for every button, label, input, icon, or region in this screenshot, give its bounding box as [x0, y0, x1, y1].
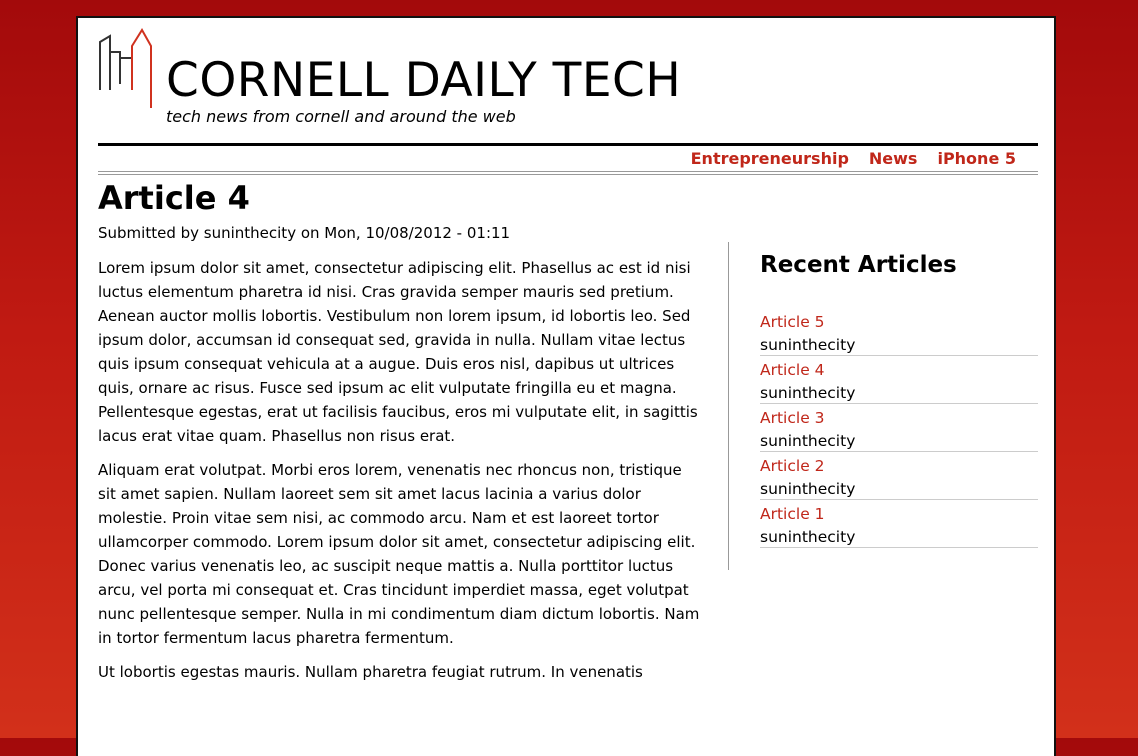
article-submitted-info: Submitted by suninthecity on Mon, 10/08/… — [98, 224, 511, 242]
recent-article-author: suninthecity — [760, 432, 856, 450]
article-paragraph: Ut lobortis egestas mauris. Nullam phare… — [98, 663, 643, 681]
article-title: Article 4 — [98, 179, 250, 217]
nav-divider — [98, 171, 1038, 175]
page-container: CORNELL DAILY TECH tech news from cornel… — [76, 16, 1056, 756]
list-item: Article 2 suninthecity — [760, 452, 1038, 500]
sidebar-heading: Recent Articles — [760, 252, 957, 278]
recent-article-link[interactable]: Article 3 — [760, 406, 1038, 430]
recent-article-link[interactable]: Article 1 — [760, 502, 1038, 526]
nav-link-entrepreneurship[interactable]: Entrepreneurship — [691, 149, 849, 168]
column-divider — [728, 242, 729, 570]
recent-articles-list: Article 5 suninthecity Article 4 suninth… — [760, 308, 1038, 548]
recent-article-link[interactable]: Article 4 — [760, 358, 1038, 382]
recent-article-author: suninthecity — [760, 480, 856, 498]
list-item: Article 3 suninthecity — [760, 404, 1038, 452]
city-skyline-icon[interactable] — [98, 28, 152, 110]
header-divider — [98, 143, 1038, 146]
site-title[interactable]: CORNELL DAILY TECH — [166, 52, 681, 110]
nav-link-iphone-5[interactable]: iPhone 5 — [937, 149, 1016, 168]
list-item: Article 5 suninthecity — [760, 308, 1038, 356]
recent-article-link[interactable]: Article 2 — [760, 454, 1038, 478]
recent-article-link[interactable]: Article 5 — [760, 310, 1038, 334]
recent-article-author: suninthecity — [760, 384, 856, 402]
list-item: Article 4 suninthecity — [760, 356, 1038, 404]
recent-article-author: suninthecity — [760, 528, 856, 546]
article-body: Lorem ipsum dolor sit amet, consectetur … — [98, 256, 702, 694]
site-slogan: tech news from cornell and around the we… — [166, 107, 516, 126]
sidebar-recent-articles: Recent Articles Article 5 suninthecity A… — [760, 250, 1038, 548]
recent-article-author: suninthecity — [760, 336, 856, 354]
article-paragraph: Lorem ipsum dolor sit amet, consectetur … — [98, 259, 698, 445]
list-item: Article 1 suninthecity — [760, 500, 1038, 548]
nav-link-news[interactable]: News — [869, 149, 918, 168]
main-nav: Entrepreneurship News iPhone 5 — [691, 149, 1016, 168]
article-paragraph: Aliquam erat volutpat. Morbi eros lorem,… — [98, 461, 700, 647]
